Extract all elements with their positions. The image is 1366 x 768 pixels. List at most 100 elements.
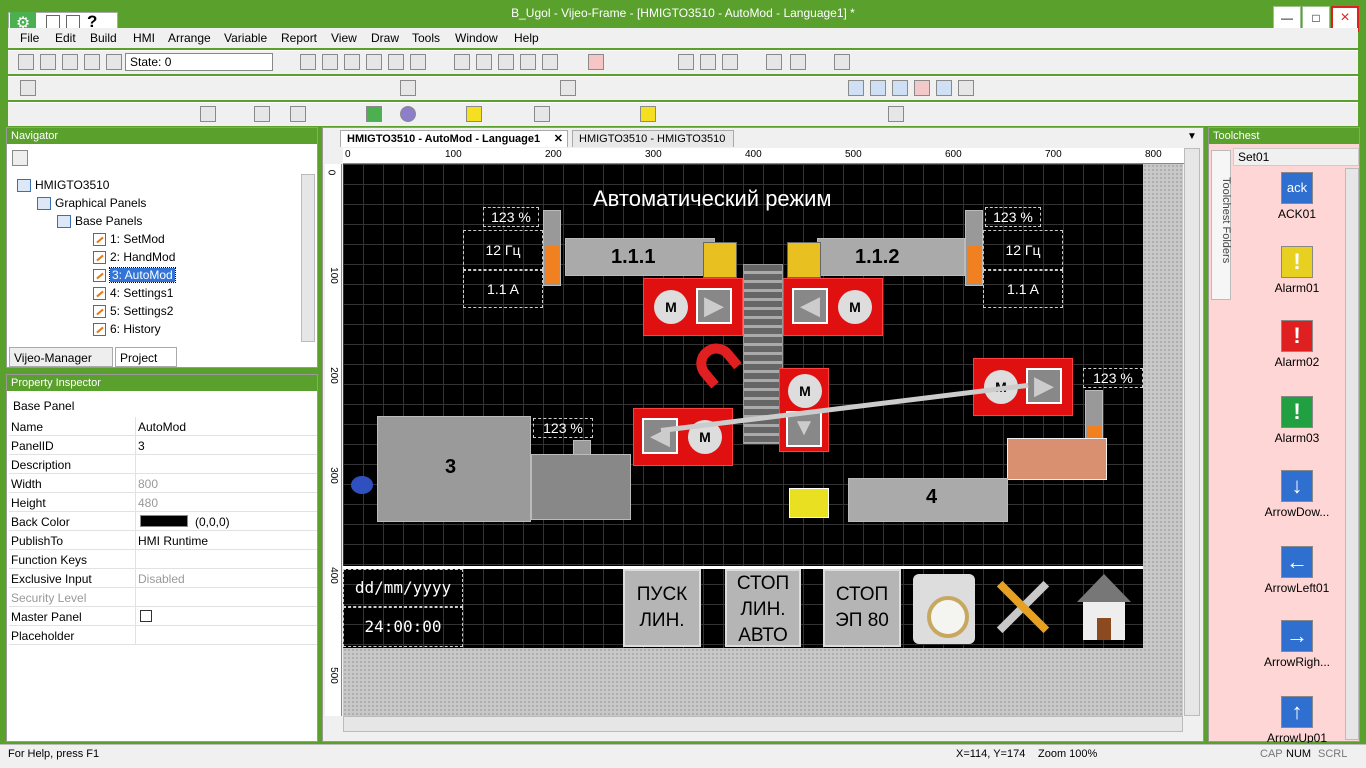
toolbar-button[interactable] (834, 54, 850, 70)
select-arrow-icon[interactable] (200, 106, 216, 122)
menu-view[interactable]: View (331, 31, 357, 45)
tab-automod[interactable]: HMIGTO3510 - AutoMod - Language1 ✕ (340, 130, 568, 147)
toolbar-button[interactable] (766, 54, 782, 70)
lock-icon[interactable] (62, 54, 78, 70)
toolbar-button[interactable] (790, 54, 806, 70)
start-line-button[interactable]: ПУСК ЛИН. (623, 569, 701, 647)
canvas-vertical-scrollbar[interactable] (1184, 148, 1200, 716)
redo-icon[interactable] (476, 54, 492, 70)
cut-icon[interactable] (498, 54, 514, 70)
tree-item[interactable]: HMIGTO3510 (17, 178, 109, 193)
menu-file[interactable]: File (20, 31, 39, 45)
menu-build[interactable]: Build (90, 31, 117, 45)
property-row[interactable]: Placeholder (9, 626, 317, 645)
copy-icon[interactable] (520, 54, 536, 70)
property-row[interactable]: PublishTo HMI Runtime (9, 531, 317, 550)
tab-hmigto3510[interactable]: HMIGTO3510 - HMIGTO3510 (572, 130, 734, 147)
menu-help[interactable]: Help (514, 31, 539, 45)
motor-unit[interactable]: ◀ M (633, 408, 733, 466)
navigator-scrollbar[interactable] (301, 174, 315, 342)
toolchest-item-alarm03[interactable]: ! Alarm03 (1233, 396, 1361, 445)
property-row[interactable]: Back Color (0,0,0) (9, 512, 317, 531)
plus-icon[interactable] (106, 54, 122, 70)
toolbar-button[interactable] (366, 54, 382, 70)
menu-draw[interactable]: Draw (371, 31, 399, 45)
stop-line-auto-button[interactable]: СТОП ЛИН. АВТО (725, 569, 801, 647)
tree-item-settings2[interactable]: 5: Settings2 (93, 304, 173, 319)
toolbar-button[interactable] (722, 54, 738, 70)
toolchest-item-arrow-up[interactable]: ↑ ArrowUp01 (1233, 696, 1361, 743)
toolchest-item-arrow-right[interactable]: → ArrowRigh... (1233, 620, 1361, 669)
toolbar-button[interactable] (322, 54, 338, 70)
property-row[interactable]: Height 480 (9, 493, 317, 512)
property-row[interactable]: Security Level (9, 588, 317, 607)
menu-report[interactable]: Report (281, 31, 317, 45)
menu-hmi[interactable]: HMI (133, 31, 155, 45)
close-tab-icon[interactable]: ✕ (554, 132, 563, 145)
settings-tools-icon[interactable] (991, 574, 1055, 640)
toolchest-item-ack01[interactable]: ack ACK01 (1233, 172, 1361, 221)
property-row[interactable]: Master Panel (9, 607, 317, 626)
toolbar-button[interactable] (870, 80, 886, 96)
minus-icon[interactable] (84, 54, 100, 70)
menu-variable[interactable]: Variable (224, 31, 267, 45)
trend-tool-icon[interactable] (888, 106, 904, 122)
toolbar-button[interactable] (936, 80, 952, 96)
tree-item-handmod[interactable]: 2: HandMod (93, 250, 175, 265)
property-row[interactable]: Exclusive Input Disabled (9, 569, 317, 588)
toolbar-button[interactable] (388, 54, 404, 70)
navigator-tab-vijeo-manager[interactable]: Vijeo-Manager (9, 347, 113, 367)
rectangle-tool-icon[interactable] (366, 106, 382, 122)
tree-item-setmod[interactable]: 1: SetMod (93, 232, 165, 247)
toolchest-item-arrow-down[interactable]: ↓ ArrowDow... (1233, 470, 1361, 519)
undo-icon[interactable] (454, 54, 470, 70)
toolbar-button[interactable] (344, 54, 360, 70)
property-row[interactable]: Name AutoMod (9, 417, 317, 436)
motor-unit[interactable]: ◀ M (783, 278, 883, 336)
toolchest-scrollbar[interactable] (1345, 168, 1359, 740)
navigator-toolbar-icon[interactable] (12, 150, 28, 166)
toolbar-button[interactable] (892, 80, 908, 96)
menu-window[interactable]: Window (455, 31, 498, 45)
toolbar-button[interactable] (958, 80, 974, 96)
toolchest-item-arrow-left[interactable]: ← ArrowLeft01 (1233, 546, 1361, 595)
ellipse-tool-icon[interactable] (400, 106, 416, 122)
polyline-tool-icon[interactable] (290, 106, 306, 122)
toolbar-button[interactable] (18, 54, 34, 70)
navigator-tab-project[interactable]: Project (115, 347, 177, 367)
toolbar-button[interactable] (400, 80, 416, 96)
tree-item-history[interactable]: 6: History (93, 322, 161, 337)
canvas-horizontal-scrollbar[interactable] (343, 716, 1183, 732)
toolbar-button[interactable] (678, 54, 694, 70)
tree-item[interactable]: Graphical Panels (37, 196, 146, 211)
toolbar-button[interactable] (20, 80, 36, 96)
text-tool-icon[interactable] (534, 106, 550, 122)
tree-item-automod[interactable]: 3: AutoMod (93, 267, 176, 283)
property-row[interactable]: Width 800 (9, 474, 317, 493)
toolbar-button[interactable] (914, 80, 930, 96)
property-row[interactable]: Function Keys (9, 550, 317, 569)
toolchest-item-alarm01[interactable]: ! Alarm01 (1233, 246, 1361, 295)
tabs-dropdown-icon[interactable]: ▼ (1187, 131, 1197, 142)
state-select[interactable]: State: 0 (125, 53, 273, 71)
toolbar-button[interactable] (848, 80, 864, 96)
stop-ep80-button[interactable]: СТОП ЭП 80 (823, 569, 901, 647)
color-swatch[interactable] (140, 515, 188, 527)
history-clock-icon[interactable] (913, 574, 975, 644)
delete-icon[interactable] (588, 54, 604, 70)
toolbar-button[interactable] (410, 54, 426, 70)
toolbar-button[interactable] (700, 54, 716, 70)
toolbar-button[interactable] (300, 54, 316, 70)
property-row[interactable]: Description (9, 455, 317, 474)
paste-icon[interactable] (542, 54, 558, 70)
toolchest-item-alarm02[interactable]: ! Alarm02 (1233, 320, 1361, 369)
tree-item[interactable]: Base Panels (57, 214, 142, 229)
master-panel-checkbox[interactable] (140, 610, 152, 622)
home-icon[interactable] (1071, 574, 1137, 642)
polygon-tool-icon[interactable] (466, 106, 482, 122)
line-tool-icon[interactable] (254, 106, 270, 122)
lamp-tool-icon[interactable] (640, 106, 656, 122)
tree-item-settings1[interactable]: 4: Settings1 (93, 286, 173, 301)
menu-arrange[interactable]: Arrange (168, 31, 211, 45)
menu-edit[interactable]: Edit (55, 31, 76, 45)
